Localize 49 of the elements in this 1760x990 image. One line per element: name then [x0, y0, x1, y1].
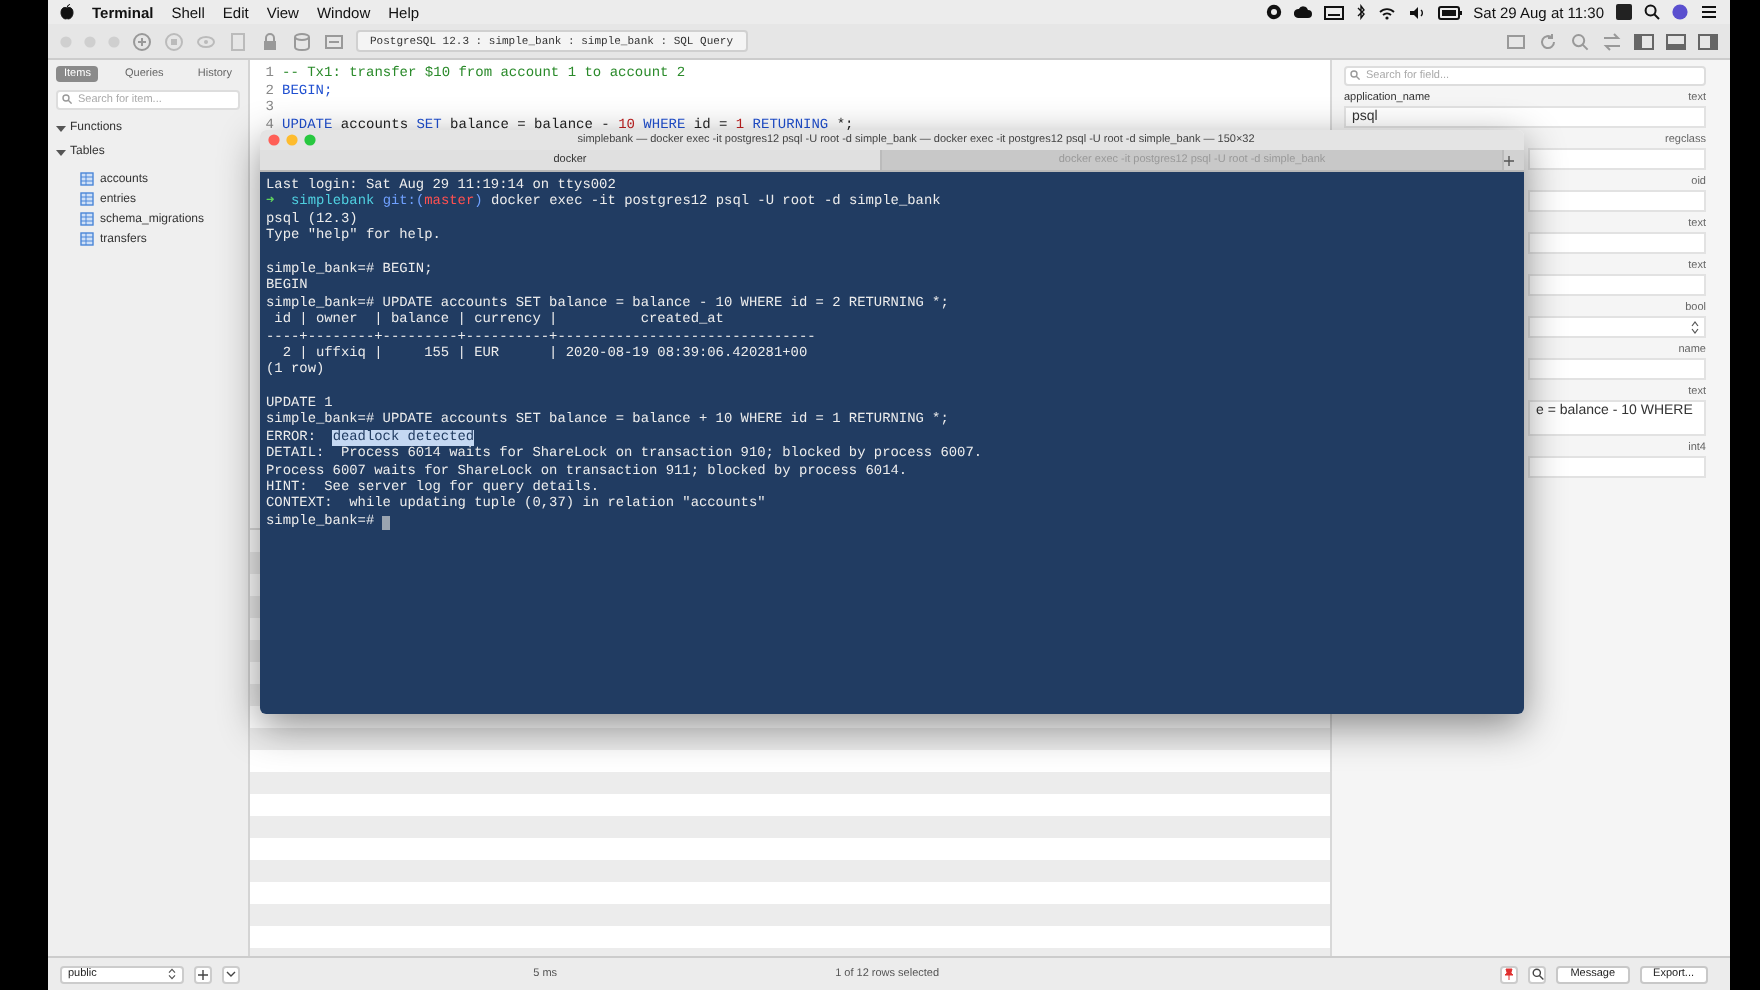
collapse-triangle-icon[interactable] — [56, 123, 66, 133]
table-icon — [80, 212, 94, 226]
table-icon — [80, 192, 94, 206]
updown-chevron-icon — [168, 968, 176, 980]
input-field[interactable] — [1528, 456, 1706, 478]
record-icon[interactable] — [1265, 4, 1282, 20]
keyboard-icon[interactable] — [1323, 5, 1344, 19]
plus-icon — [1504, 155, 1514, 165]
list-icon[interactable] — [1700, 4, 1718, 20]
chevron-down-icon — [226, 970, 236, 978]
bottom-panel-icon[interactable] — [1666, 31, 1686, 51]
search-button[interactable] — [1528, 965, 1547, 983]
eye-icon[interactable] — [196, 31, 216, 51]
plus-icon — [198, 969, 208, 979]
pin-button[interactable] — [1500, 965, 1519, 983]
wifi-icon[interactable] — [1377, 5, 1396, 19]
left-panel-icon[interactable] — [1634, 31, 1654, 51]
plus-circle-icon[interactable] — [132, 31, 152, 51]
console-icon[interactable] — [1506, 31, 1526, 51]
input-field[interactable] — [1528, 274, 1706, 296]
bluetooth-icon[interactable] — [1355, 4, 1366, 20]
pin-icon — [1504, 968, 1515, 980]
lock-icon[interactable] — [260, 31, 280, 51]
database-icon[interactable] — [292, 31, 312, 51]
volume-icon[interactable] — [1407, 5, 1426, 19]
cloud-icon[interactable] — [1293, 4, 1312, 20]
input-field[interactable] — [1528, 358, 1706, 380]
search-icon — [62, 94, 72, 104]
table-icon — [80, 232, 94, 246]
battery-icon[interactable] — [1437, 5, 1462, 19]
siri-icon[interactable] — [1672, 4, 1688, 20]
stop-circle-icon[interactable] — [164, 31, 184, 51]
menu-button[interactable] — [222, 965, 240, 983]
input-field[interactable] — [1528, 148, 1706, 170]
search-icon[interactable] — [1644, 4, 1660, 20]
updown-chevron-icon — [1690, 320, 1700, 334]
right-panel-icon[interactable] — [1698, 31, 1718, 51]
table-icon — [80, 172, 94, 186]
swap-icon[interactable] — [1602, 31, 1622, 51]
bool-select[interactable] — [1528, 316, 1706, 338]
collapse-triangle-icon[interactable] — [56, 147, 66, 157]
search-icon — [1350, 70, 1360, 80]
document-icon[interactable] — [228, 31, 248, 51]
add-button[interactable] — [194, 965, 212, 983]
input-field[interactable] — [1528, 190, 1706, 212]
reload-icon[interactable] — [1538, 31, 1558, 51]
apple-icon — [60, 4, 74, 20]
search-icon — [1531, 968, 1544, 980]
input-field[interactable] — [1528, 232, 1706, 254]
